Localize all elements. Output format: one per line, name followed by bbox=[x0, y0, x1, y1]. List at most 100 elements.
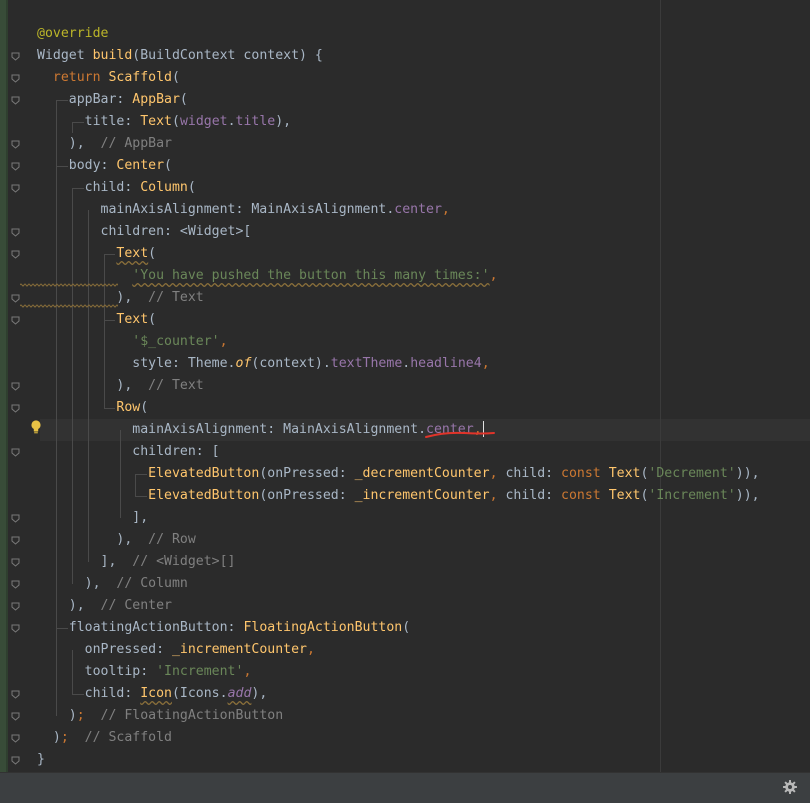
code-line[interactable]: children: [ bbox=[37, 441, 760, 463]
code-line[interactable]: Widget build(BuildContext context) { bbox=[37, 45, 760, 67]
code-line[interactable]: appBar: AppBar( bbox=[37, 89, 760, 111]
code-line[interactable]: floatingActionButton: FloatingActionButt… bbox=[37, 617, 760, 639]
code-token: return bbox=[52, 70, 109, 85]
code-line[interactable]: ), // Text bbox=[37, 375, 760, 397]
fold-marker-icon[interactable] bbox=[11, 294, 20, 303]
code-line[interactable]: child: Icon(Icons.add), bbox=[37, 683, 760, 705]
fold-marker-icon[interactable] bbox=[11, 184, 20, 193]
fold-marker-icon[interactable] bbox=[11, 228, 20, 237]
code-line[interactable]: onPressed: _incrementCounter, bbox=[37, 639, 760, 661]
code-token: Icon bbox=[140, 686, 172, 701]
code-line[interactable]: '$_counter', bbox=[37, 331, 760, 353]
code-line[interactable]: Row( bbox=[37, 397, 760, 419]
fold-marker-icon[interactable] bbox=[11, 74, 20, 83]
code-token: (Icons. bbox=[171, 686, 228, 701]
code-token: , bbox=[219, 334, 228, 349]
code-token: ( bbox=[187, 180, 196, 195]
code-token: // Column bbox=[100, 576, 188, 591]
code-token: body: bbox=[37, 158, 117, 173]
code-line[interactable]: ), // Center bbox=[37, 595, 760, 617]
code-line[interactable]: Text( bbox=[37, 309, 760, 331]
code-line[interactable]: return Scaffold( bbox=[37, 67, 760, 89]
fold-marker-icon[interactable] bbox=[11, 448, 20, 457]
code-token: ], bbox=[37, 554, 117, 569]
code-token: ), bbox=[37, 576, 101, 591]
code-token: children: [ bbox=[37, 444, 220, 459]
code-line[interactable]: ], // <Widget>[] bbox=[37, 551, 760, 573]
code-token: 'Decrement' bbox=[648, 466, 736, 481]
code-line[interactable]: children: <Widget>[ bbox=[37, 221, 760, 243]
fold-marker-icon[interactable] bbox=[11, 580, 20, 589]
code-line[interactable]: ), // Text bbox=[37, 287, 760, 309]
code-token: ), bbox=[37, 290, 133, 305]
code-token: Widget bbox=[37, 48, 93, 63]
code-token: )), bbox=[735, 466, 760, 481]
fold-marker-icon[interactable] bbox=[11, 558, 20, 567]
fold-marker-icon[interactable] bbox=[11, 514, 20, 523]
code-line[interactable]: style: Theme.of(context).textTheme.headl… bbox=[37, 353, 760, 375]
fold-marker-icon[interactable] bbox=[11, 96, 20, 105]
fold-marker-icon[interactable] bbox=[11, 162, 20, 171]
code-token: , bbox=[306, 642, 315, 657]
code-line[interactable]: 'You have pushed the button this many ti… bbox=[37, 265, 760, 287]
code-token: ) bbox=[37, 730, 61, 745]
code-token: ], bbox=[37, 510, 149, 525]
code-line[interactable]: ), // Column bbox=[37, 573, 760, 595]
code-line[interactable]: ); // FloatingActionButton bbox=[37, 705, 760, 727]
code-line[interactable]: ElevatedButton(onPressed: _decrementCoun… bbox=[37, 463, 760, 485]
code-token: , bbox=[441, 202, 450, 217]
code-token: ( bbox=[164, 158, 172, 173]
code-token: Scaffold bbox=[108, 70, 172, 85]
code-line[interactable]: @override bbox=[37, 23, 760, 45]
fold-marker-icon[interactable] bbox=[11, 756, 20, 765]
code-line[interactable]: ElevatedButton(onPressed: _incrementCoun… bbox=[37, 485, 759, 507]
code-token: ( bbox=[179, 92, 188, 107]
code-token: '$_counter' bbox=[132, 334, 220, 349]
code-token: ), bbox=[37, 378, 133, 393]
code-editor[interactable]: @override Widget build(BuildContext conte… bbox=[0, 0, 810, 772]
code-line[interactable]: child: Column( bbox=[37, 177, 760, 199]
code-line[interactable]: mainAxisAlignment: MainAxisAlignment.cen… bbox=[37, 419, 760, 441]
code-token: tooltip: bbox=[37, 664, 157, 679]
fold-marker-icon[interactable] bbox=[11, 404, 20, 413]
code-token: 'You have pushed the button this many ti… bbox=[132, 268, 490, 283]
fold-marker-icon[interactable] bbox=[11, 52, 20, 61]
code-token: // <Widget>[] bbox=[116, 554, 236, 569]
fold-marker-icon[interactable] bbox=[11, 316, 20, 325]
gear-icon[interactable] bbox=[782, 779, 798, 795]
code-token: ( bbox=[140, 400, 149, 415]
fold-marker-icon[interactable] bbox=[11, 382, 20, 391]
fold-marker-icon[interactable] bbox=[11, 734, 20, 743]
code-token: mainAxisAlignment: MainAxisAlignment. bbox=[37, 202, 395, 217]
code-line[interactable]: title: Text(widget.title), bbox=[37, 111, 760, 133]
fold-marker-icon[interactable] bbox=[11, 602, 20, 611]
fold-marker-icon[interactable] bbox=[11, 140, 20, 149]
code-text[interactable]: @override Widget build(BuildContext conte… bbox=[37, 23, 760, 771]
code-line[interactable]: Text( bbox=[37, 243, 760, 265]
code-line[interactable]: mainAxisAlignment: MainAxisAlignment.cen… bbox=[37, 199, 760, 221]
code-token: mainAxisAlignment: MainAxisAlignment. bbox=[37, 422, 427, 437]
code-token: Text bbox=[608, 488, 641, 503]
code-line[interactable]: ); // Scaffold bbox=[37, 727, 760, 749]
fold-marker-icon[interactable] bbox=[11, 712, 20, 721]
code-line[interactable]: ), // Row bbox=[37, 529, 760, 551]
code-line[interactable]: body: Center( bbox=[37, 155, 760, 177]
fold-marker-icon[interactable] bbox=[11, 250, 20, 259]
code-line[interactable]: tooltip: 'Increment', bbox=[37, 661, 760, 683]
code-line[interactable]: } bbox=[37, 749, 760, 771]
red-underline-annotation bbox=[425, 431, 495, 438]
fold-marker-icon[interactable] bbox=[11, 536, 20, 545]
code-token: ), bbox=[275, 114, 292, 129]
code-token: // Row bbox=[132, 532, 196, 547]
code-token: widget bbox=[179, 114, 228, 129]
code-token: ( bbox=[402, 620, 411, 635]
fold-marker-icon[interactable] bbox=[11, 624, 20, 633]
code-line[interactable]: ], bbox=[37, 507, 760, 529]
code-line[interactable]: ), // AppBar bbox=[37, 133, 760, 155]
code-token: ElevatedButton bbox=[148, 488, 260, 503]
fold-marker-icon[interactable] bbox=[11, 690, 20, 699]
